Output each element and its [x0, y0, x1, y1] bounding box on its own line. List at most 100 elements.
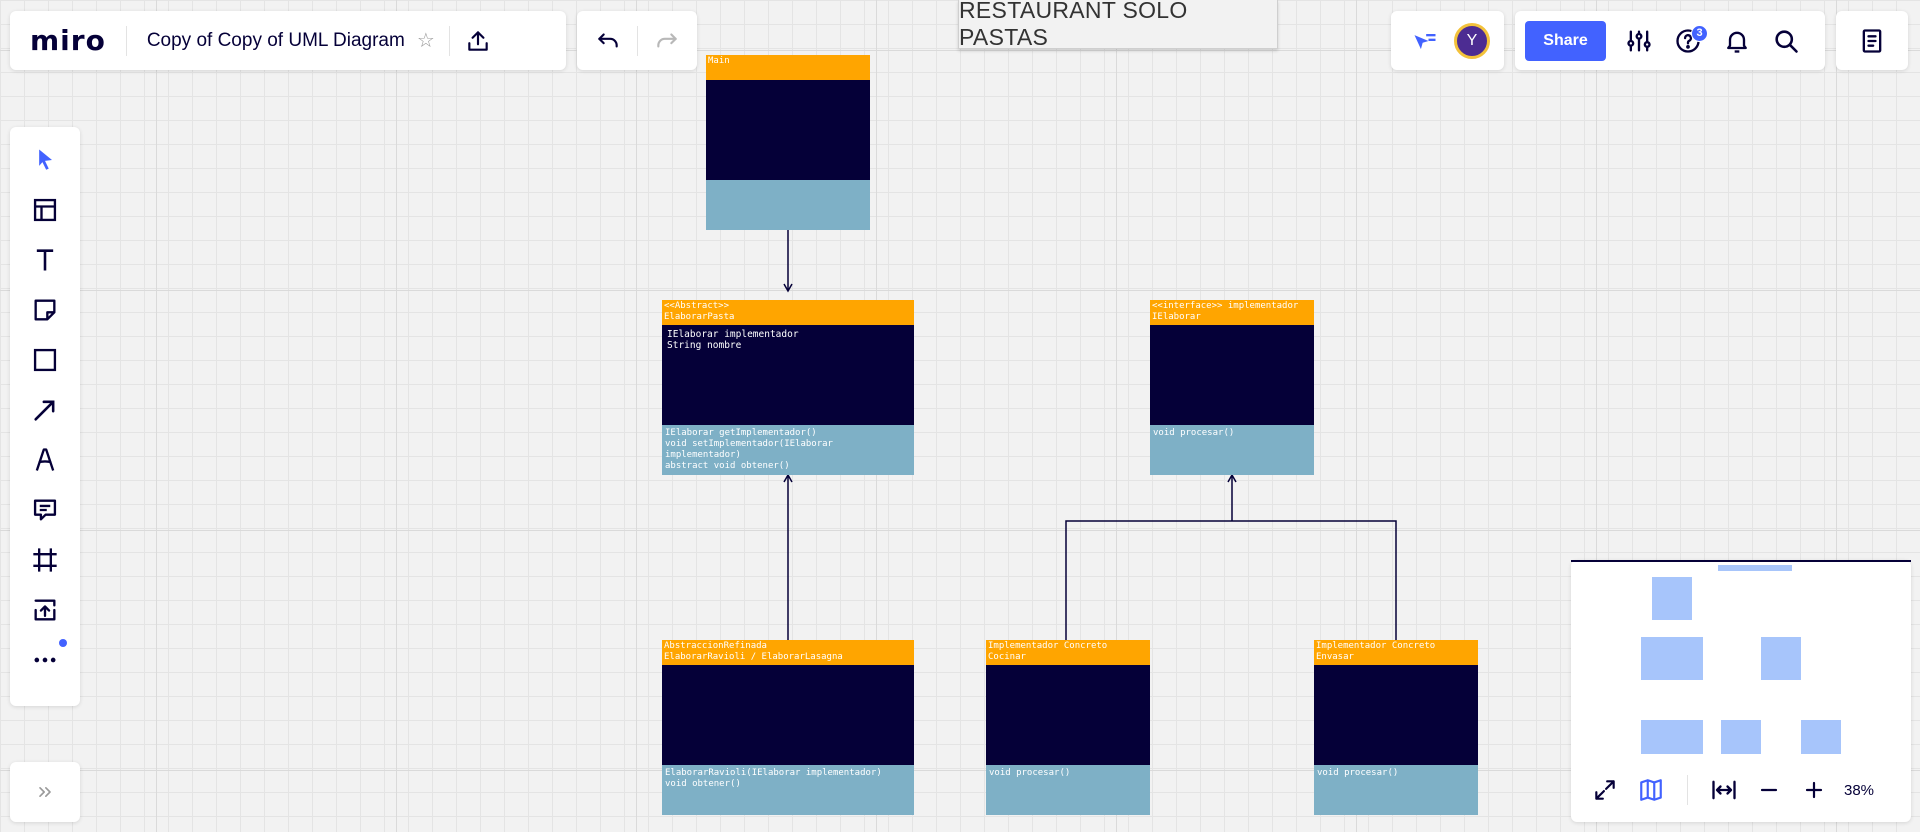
minimap-node [1641, 637, 1703, 680]
zoom-controls: 38% [1571, 760, 1911, 820]
uml-class-main[interactable]: Main [706, 55, 870, 230]
uml-class-attributes [986, 665, 1150, 765]
help-button[interactable]: 3 [1668, 21, 1708, 61]
notes-button[interactable] [1852, 21, 1892, 61]
expand-panel-button[interactable] [10, 762, 80, 822]
divider [1687, 775, 1688, 805]
divider [636, 25, 638, 56]
left-toolbar [10, 127, 80, 706]
minimap-panel: 38% [1571, 560, 1911, 822]
pen-tool[interactable] [25, 440, 65, 480]
uml-class-abstract[interactable]: <<Abstract>> ElaborarPasta IElaborar imp… [662, 300, 914, 475]
uml-class-attributes [1150, 325, 1314, 425]
fullscreen-button[interactable] [1585, 770, 1625, 810]
templates-icon [33, 198, 57, 222]
export-button[interactable] [458, 21, 498, 61]
uml-class-header: AbstraccionRefinada ElaborarRavioli / El… [662, 640, 914, 665]
history-panel [577, 11, 697, 70]
search-button[interactable] [1766, 21, 1806, 61]
undo-button[interactable] [588, 21, 628, 61]
frame-icon [33, 548, 57, 572]
text-icon [36, 249, 54, 271]
avatar-initial: Y [1466, 31, 1478, 49]
zoom-out-button[interactable] [1749, 770, 1789, 810]
board-title[interactable]: Copy of Copy of UML Diagram [147, 30, 405, 52]
notes-icon [1862, 28, 1882, 53]
sliders-icon [1627, 30, 1651, 51]
text-tool[interactable] [25, 240, 65, 280]
templates-tool[interactable] [25, 190, 65, 230]
uml-class-header: <<interface>> implementador IElaborar [1150, 300, 1314, 325]
redo-button[interactable] [647, 21, 687, 61]
uml-class-methods [706, 180, 870, 230]
settings-button[interactable] [1619, 21, 1659, 61]
uml-class-header: Implementador Concreto Envasar [1314, 640, 1478, 665]
shape-tool[interactable] [25, 340, 65, 380]
reactions-button[interactable] [1405, 21, 1445, 61]
minimap-node [1801, 720, 1841, 754]
uml-class-header: Implementador Concreto Cocinar [986, 640, 1150, 665]
connection-line-tool[interactable] [25, 390, 65, 430]
expand-icon [1595, 780, 1615, 800]
arrow-icon [34, 400, 55, 421]
frame-tool[interactable] [25, 540, 65, 580]
more-tools-button[interactable] [25, 639, 67, 680]
notifications-button[interactable] [1717, 21, 1757, 61]
zoom-level[interactable]: 38% [1844, 782, 1874, 799]
pen-icon [35, 448, 55, 471]
uml-class-envasar[interactable]: Implementador Concreto Envasar void proc… [1314, 640, 1478, 815]
uml-class-methods: void procesar() [1150, 425, 1314, 475]
sticky-note-icon [34, 299, 56, 321]
bell-icon [1727, 31, 1747, 53]
uml-class-header: <<Abstract>> ElaborarPasta [662, 300, 914, 325]
uml-class-header: Main [706, 55, 870, 80]
board-panel: miro Copy of Copy of UML Diagram ☆ [10, 11, 566, 70]
minimap-node [1718, 565, 1792, 571]
shape-icon [33, 348, 57, 372]
uml-class-attributes [1314, 665, 1478, 765]
minimap-node [1641, 720, 1703, 754]
help-badge: 3 [1691, 24, 1708, 42]
map-icon [1640, 779, 1662, 801]
canvas-title-text: RESTAURANT SOLO PASTAS [959, 0, 1188, 50]
miro-logo[interactable]: miro [30, 24, 106, 57]
uml-class-cocinar[interactable]: Implementador Concreto Cocinar void proc… [986, 640, 1150, 815]
double-chevron-right-icon [39, 787, 51, 797]
zoom-in-button[interactable] [1794, 770, 1834, 810]
fit-width-icon [1712, 780, 1736, 800]
upload-icon [468, 30, 488, 51]
fit-to-screen-button[interactable] [1704, 770, 1744, 810]
sticky-note-tool[interactable] [25, 290, 65, 330]
uml-class-methods: void procesar() [986, 765, 1150, 815]
uml-class-methods: void procesar() [1314, 765, 1478, 815]
divider [125, 25, 127, 56]
uml-class-interface[interactable]: <<interface>> implementador IElaborar vo… [1150, 300, 1314, 475]
canvas-title-box[interactable]: RESTAURANT SOLO PASTAS [958, 0, 1278, 50]
undo-icon [597, 32, 618, 47]
select-icon [39, 149, 52, 170]
connector-implementors-interface [1065, 520, 1397, 640]
uml-class-refined[interactable]: AbstraccionRefinada ElaborarRavioli / El… [662, 640, 914, 815]
comment-tool[interactable] [25, 490, 65, 530]
share-button[interactable]: Share [1525, 20, 1606, 61]
top-right-panel: Share 3 [1515, 11, 1825, 70]
cursor-follow-icon [1414, 33, 1436, 49]
uml-class-attributes: IElaborar implementador String nombre [662, 325, 914, 425]
minimap-canvas[interactable] [1571, 560, 1911, 754]
upload-tool[interactable] [25, 590, 65, 630]
minimap-node [1652, 577, 1692, 620]
select-tool[interactable] [25, 140, 65, 180]
search-icon [1775, 29, 1798, 53]
uml-class-attributes [706, 80, 870, 180]
uml-class-attributes [662, 665, 914, 765]
more-icon [34, 657, 56, 663]
uml-class-methods: IElaborar getImplementador() void setImp… [662, 425, 914, 475]
comment-icon [33, 499, 57, 521]
share-label: Share [1543, 31, 1588, 49]
upload-icon [34, 599, 56, 621]
star-icon[interactable]: ☆ [417, 31, 435, 51]
user-avatar[interactable]: Y [1454, 22, 1490, 59]
uml-class-methods: ElaborarRavioli(IElaborar implementador)… [662, 765, 914, 815]
toggle-map-button[interactable] [1631, 770, 1671, 810]
divider [448, 25, 450, 56]
